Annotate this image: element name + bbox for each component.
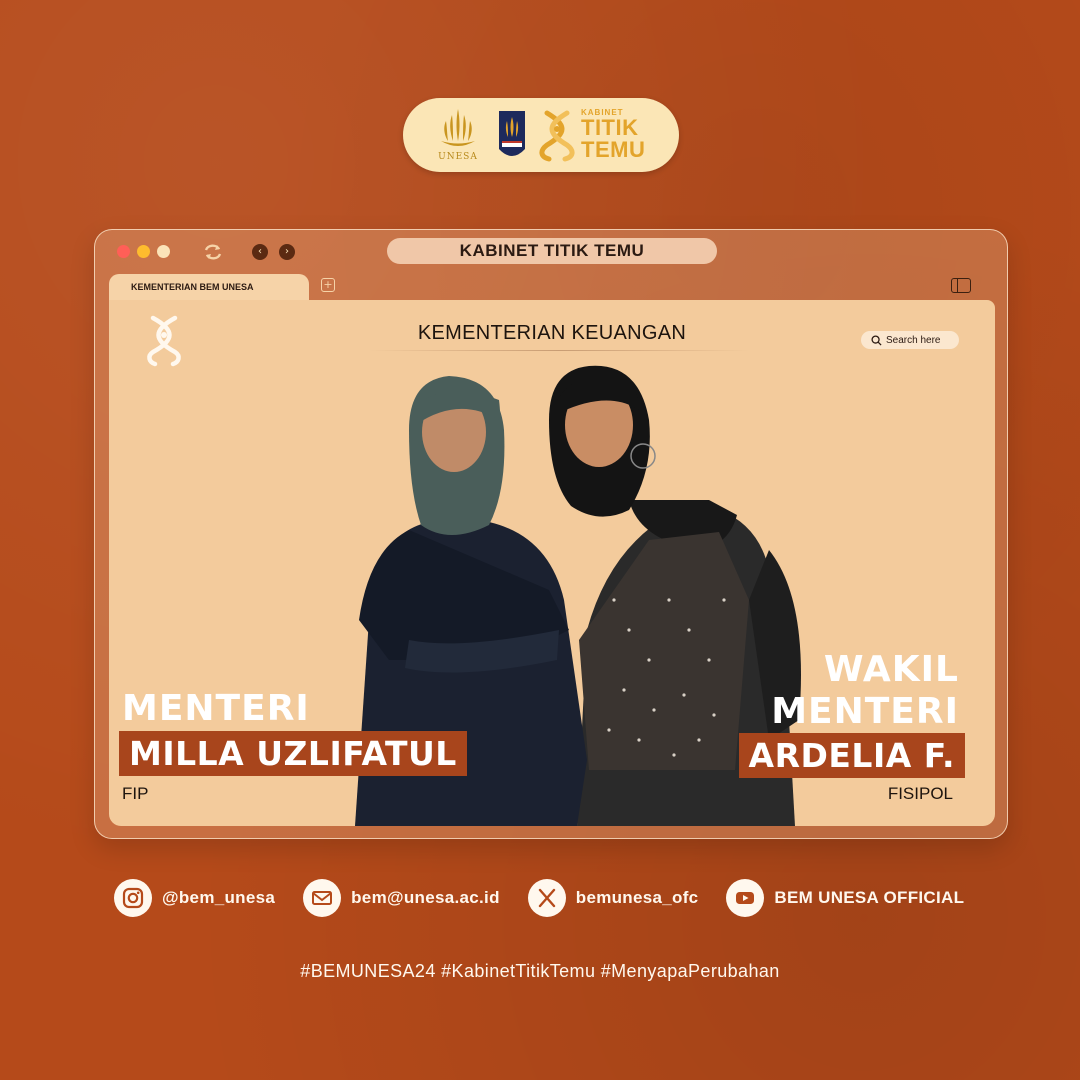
bem-unesa-badge-icon [499, 111, 525, 156]
refresh-icon[interactable] [203, 243, 223, 261]
minimize-window-button[interactable] [137, 245, 150, 258]
browser-window: ‹ › KABINET TITIK TEMU KEMENTERIAN BEM U… [94, 229, 1008, 839]
close-window-button[interactable] [117, 245, 130, 258]
right-faculty-label: FISIPOL [887, 784, 953, 803]
address-bar[interactable]: KABINET TITIK TEMU [387, 238, 717, 264]
instagram-handle: @bem_unesa [162, 888, 276, 907]
window-controls [117, 245, 170, 258]
unesa-wordmark: UNESA [438, 152, 478, 162]
email-icon [303, 879, 342, 917]
social-x[interactable]: bemunesa_ofc [527, 879, 699, 917]
dna-logo-icon [539, 110, 575, 162]
right-name-label: ARDELIA F. [738, 733, 965, 778]
kabinet-name-line1: TITIK [581, 115, 639, 140]
social-instagram[interactable]: @bem_unesa [114, 879, 275, 917]
x-twitter-icon [527, 879, 566, 917]
sidebar-toggle-icon[interactable] [951, 278, 971, 293]
left-name-label: MILLA UZLIFATUL [119, 731, 467, 776]
logo-pill: UNESA KABINET TITIK TEMU [403, 98, 679, 172]
social-youtube[interactable]: BEM UNESA OFFICIAL [726, 879, 964, 917]
right-role-line2: MENTERI [771, 691, 959, 732]
social-links: @bem_unesa bem@unesa.ac.id bemunesa_ofc … [114, 879, 964, 917]
email-address: bem@unesa.ac.id [351, 888, 500, 907]
titik-temu-logo: KABINET TITIK TEMU [537, 107, 645, 163]
kabinet-name-line2: TEMU [581, 137, 646, 162]
forward-arrow-icon[interactable]: › [279, 244, 295, 260]
youtube-icon [726, 879, 765, 917]
maximize-window-button[interactable] [157, 245, 170, 258]
hashtags: #BEMUNESA24 #KabinetTitikTemu #MenyapaPe… [300, 961, 780, 981]
page-content: KEMENTERIAN KEUANGAN Search here MENTERI… [109, 300, 995, 826]
unesa-logo: UNESA [429, 105, 487, 165]
tab-kementerian[interactable]: KEMENTERIAN BEM UNESA [109, 274, 309, 300]
new-tab-icon[interactable]: + [321, 278, 335, 292]
unesa-emblem-icon [441, 109, 475, 146]
right-role-label: WAKIL MENTERI [771, 649, 959, 733]
left-faculty-label: FIP [122, 784, 149, 803]
x-handle: bemunesa_ofc [575, 888, 699, 907]
back-arrow-icon[interactable]: ‹ [252, 244, 268, 260]
right-role-line1: WAKIL [823, 649, 959, 690]
youtube-channel: BEM UNESA OFFICIAL [774, 888, 965, 907]
left-role-label: MENTERI [122, 688, 310, 729]
instagram-icon [114, 879, 152, 917]
social-email[interactable]: bem@unesa.ac.id [303, 879, 500, 917]
